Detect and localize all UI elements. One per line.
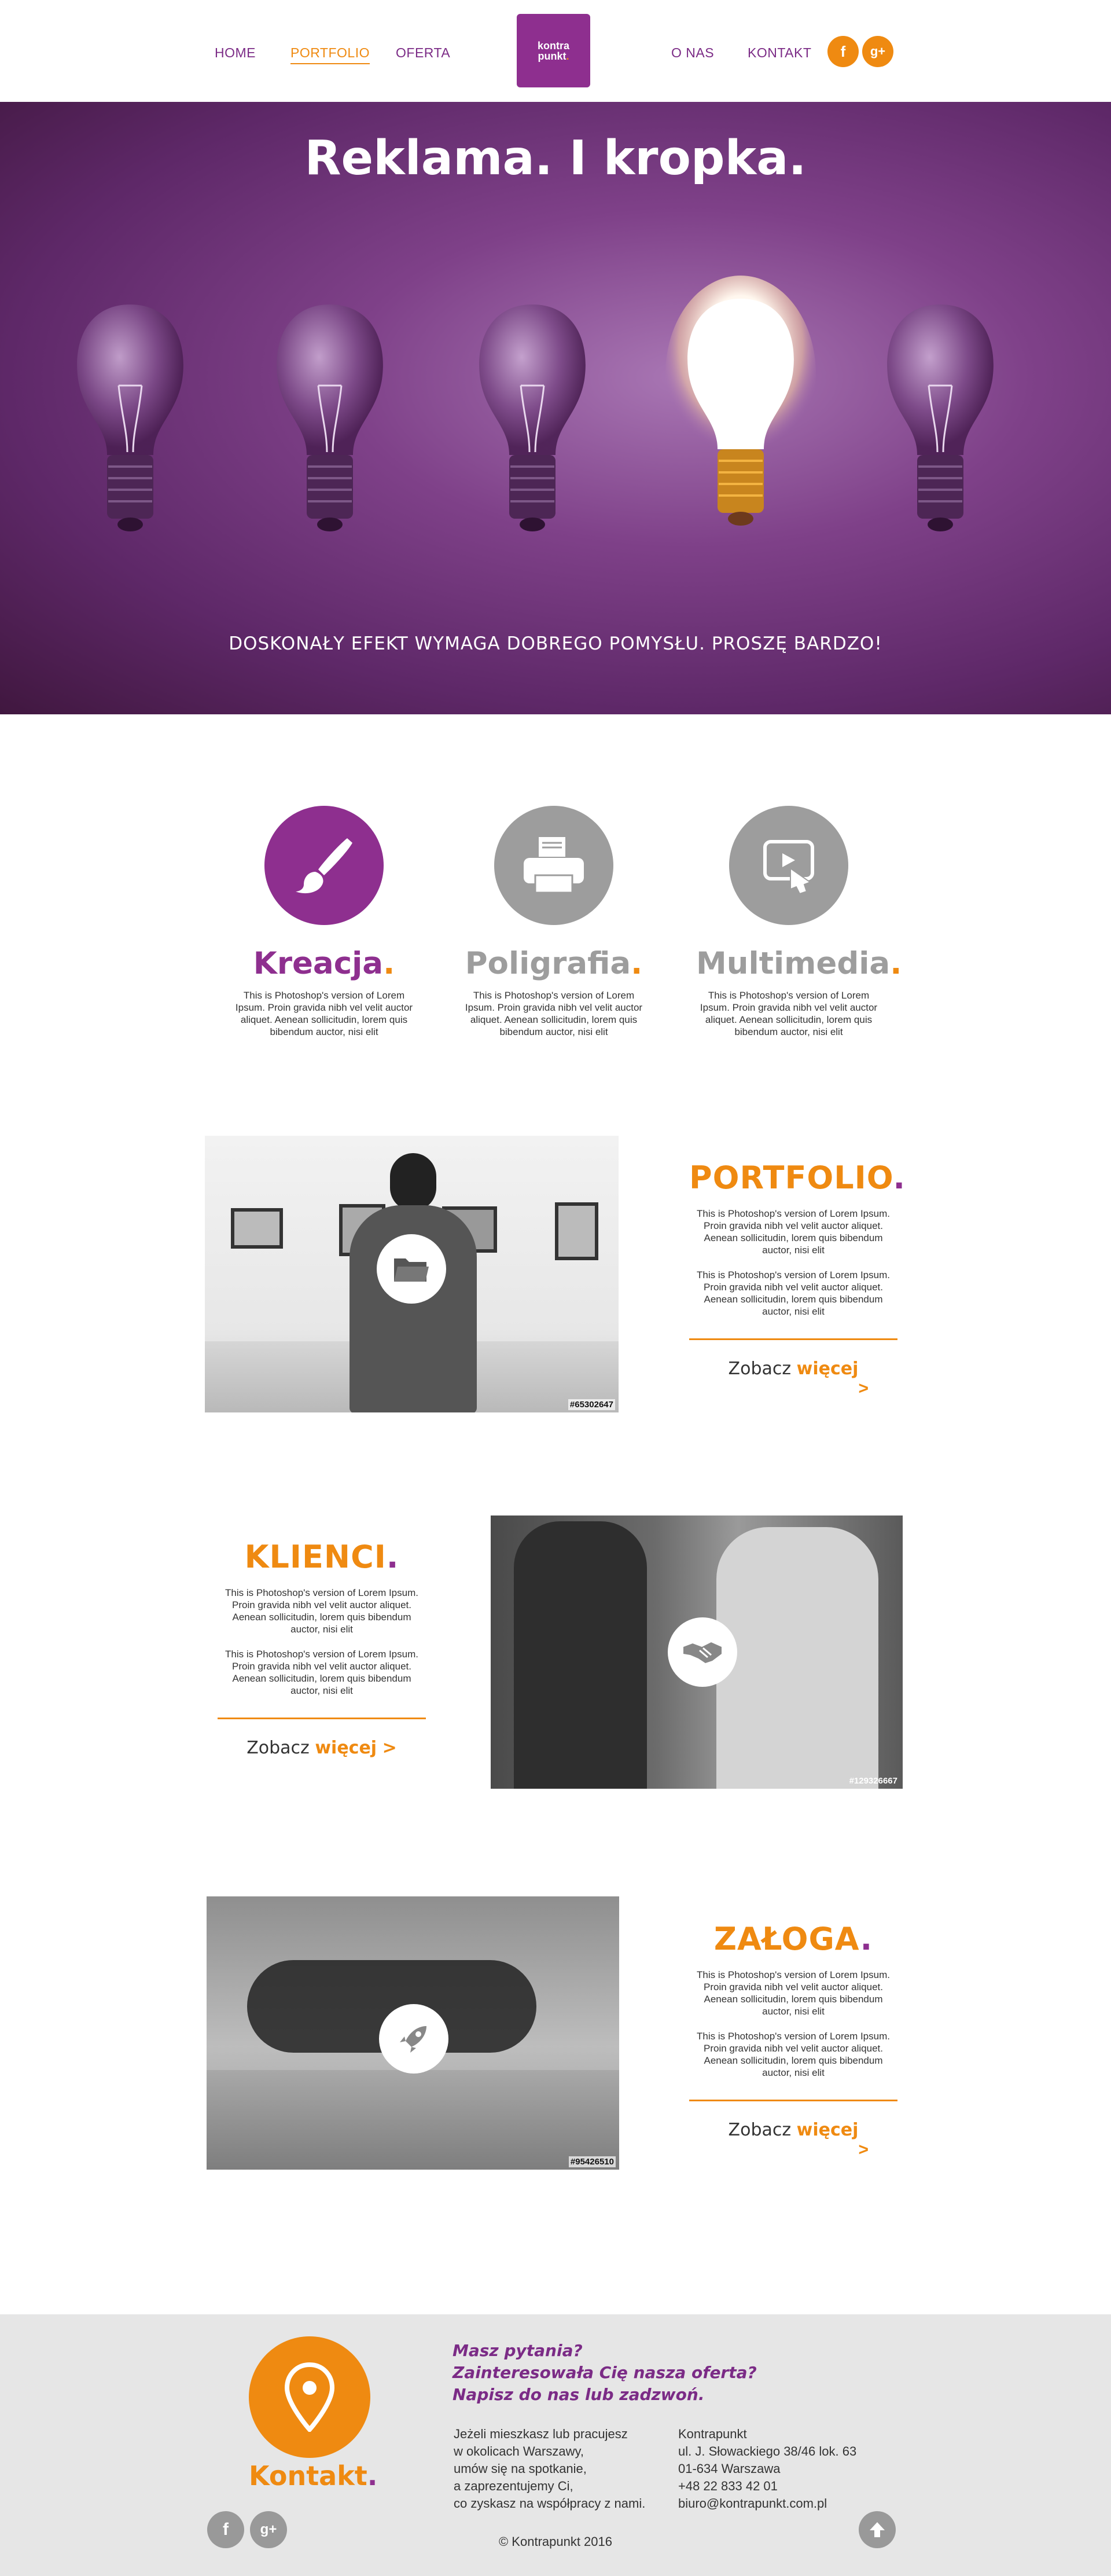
zaloga-photo: #95426510 xyxy=(207,1896,619,2170)
hero-banner: Reklama. I kropka. DOSKONAŁY EFEKT WYMAG… xyxy=(0,102,1111,714)
light-bulb-icon xyxy=(77,304,183,531)
service-text-kreacja: This is Photoshop's version of Lorem Ips… xyxy=(235,990,413,1037)
service-text-multimedia: This is Photoshop's version of Lorem Ips… xyxy=(700,990,878,1037)
divider xyxy=(218,1718,426,1719)
zaloga-more-link[interactable]: Zobacz więcej xyxy=(689,2120,897,2140)
contact-questions: Masz pytania? Zainteresowała Cię nasza o… xyxy=(453,2341,757,2404)
arrow-right-icon[interactable]: > xyxy=(689,1379,897,1399)
nav-o-nas[interactable]: O NAS xyxy=(671,45,714,61)
facebook-icon[interactable]: f xyxy=(827,36,859,67)
nav-portfolio[interactable]: PORTFOLIO xyxy=(290,45,370,64)
light-bulb-icon xyxy=(887,304,994,531)
logo-dot: . xyxy=(566,50,569,62)
arrow-right-icon[interactable]: > xyxy=(689,2140,897,2160)
printer-icon xyxy=(494,806,613,925)
klienci-photo: #129326667 xyxy=(491,1515,903,1789)
logo-line2: punkt xyxy=(538,50,566,62)
divider xyxy=(689,1338,897,1340)
light-bulb-icon xyxy=(479,304,586,531)
photo-id: #65302647 xyxy=(568,1399,615,1410)
lit-light-bulb-icon xyxy=(665,276,816,526)
zaloga-text-1: This is Photoshop's version of Lorem Ips… xyxy=(697,1969,890,2017)
portfolio-more-link[interactable]: Zobacz więcej xyxy=(689,1359,897,1379)
service-title-kreacja: Kreacja xyxy=(253,946,384,981)
rocket-icon xyxy=(379,2004,448,2074)
contact-address: Kontrapunkt ul. J. Słowackiego 38/46 lok… xyxy=(678,2425,856,2512)
contact-invite: Jeżeli mieszkasz lub pracujesz w okolica… xyxy=(454,2427,646,2511)
portfolio-text-1: This is Photoshop's version of Lorem Ips… xyxy=(697,1208,890,1256)
service-multimedia[interactable]: Multimedia. This is Photoshop's version … xyxy=(696,806,902,1038)
klienci-more-link[interactable]: Zobacz więcej > xyxy=(218,1738,426,1758)
light-bulb-icon xyxy=(277,304,383,531)
service-title-multimedia: Multimedia xyxy=(696,946,891,981)
zaloga-section: ZAŁOGA. This is Photoshop's version of L… xyxy=(689,1921,897,2160)
handshake-icon xyxy=(668,1617,737,1687)
klienci-section: KLIENCI. This is Photoshop's version of … xyxy=(218,1539,426,1758)
klienci-text-2: This is Photoshop's version of Lorem Ips… xyxy=(225,1649,418,1696)
page: HOME PORTFOLIO OFERTA O NAS KONTAKT kont… xyxy=(0,0,1111,2576)
portfolio-text-2: This is Photoshop's version of Lorem Ips… xyxy=(697,1269,890,1317)
arrow-right-icon[interactable]: > xyxy=(382,1738,397,1758)
hero-subtitle: DOSKONAŁY EFEKT WYMAGA DOBREGO POMYSŁU. … xyxy=(229,633,882,654)
divider xyxy=(689,2100,897,2101)
folder-icon xyxy=(377,1234,446,1304)
hero-title: Reklama. I kropka. xyxy=(304,131,807,186)
service-kreacja[interactable]: Kreacja. This is Photoshop's version of … xyxy=(231,806,417,1038)
zaloga-title: ZAŁOGA xyxy=(713,1921,860,1957)
touch-screen-icon xyxy=(729,806,848,925)
logo[interactable]: kontra punkt. xyxy=(517,14,590,87)
klienci-text-1: This is Photoshop's version of Lorem Ips… xyxy=(225,1587,418,1635)
logo-line1: kontra xyxy=(537,39,569,52)
service-title-poligrafia: Poligrafia xyxy=(465,946,631,981)
copyright: © Kontrapunkt 2016 xyxy=(498,2534,612,2549)
nav-oferta[interactable]: OFERTA xyxy=(396,45,450,61)
scroll-top-icon[interactable] xyxy=(859,2511,896,2548)
header: HOME PORTFOLIO OFERTA O NAS KONTAKT kont… xyxy=(0,0,1111,102)
footer: Kontakt. Masz pytania? Zainteresowała Ci… xyxy=(0,2314,1111,2576)
nav-home[interactable]: HOME xyxy=(215,45,256,61)
service-poligrafia[interactable]: Poligrafia. This is Photoshop's version … xyxy=(461,806,646,1038)
portfolio-section: PORTFOLIO. This is Photoshop's version o… xyxy=(689,1159,906,1399)
service-text-poligrafia: This is Photoshop's version of Lorem Ips… xyxy=(465,990,643,1037)
google-plus-icon[interactable]: g+ xyxy=(862,36,893,67)
zaloga-text-2: This is Photoshop's version of Lorem Ips… xyxy=(697,2031,890,2078)
photo-id: #95426510 xyxy=(568,2156,616,2167)
klienci-title: KLIENCI xyxy=(244,1539,387,1575)
contact-heading: Kontakt xyxy=(249,2460,367,2491)
portfolio-photo: #65302647 xyxy=(205,1136,619,1412)
portfolio-title: PORTFOLIO xyxy=(689,1159,893,1196)
contact-email[interactable]: biuro@kontrapunkt.com.pl xyxy=(678,2495,856,2512)
nav-kontakt[interactable]: KONTAKT xyxy=(748,45,811,61)
brush-icon xyxy=(264,806,384,925)
photo-id: #129326667 xyxy=(849,1776,897,1786)
location-pin-icon xyxy=(249,2336,370,2458)
